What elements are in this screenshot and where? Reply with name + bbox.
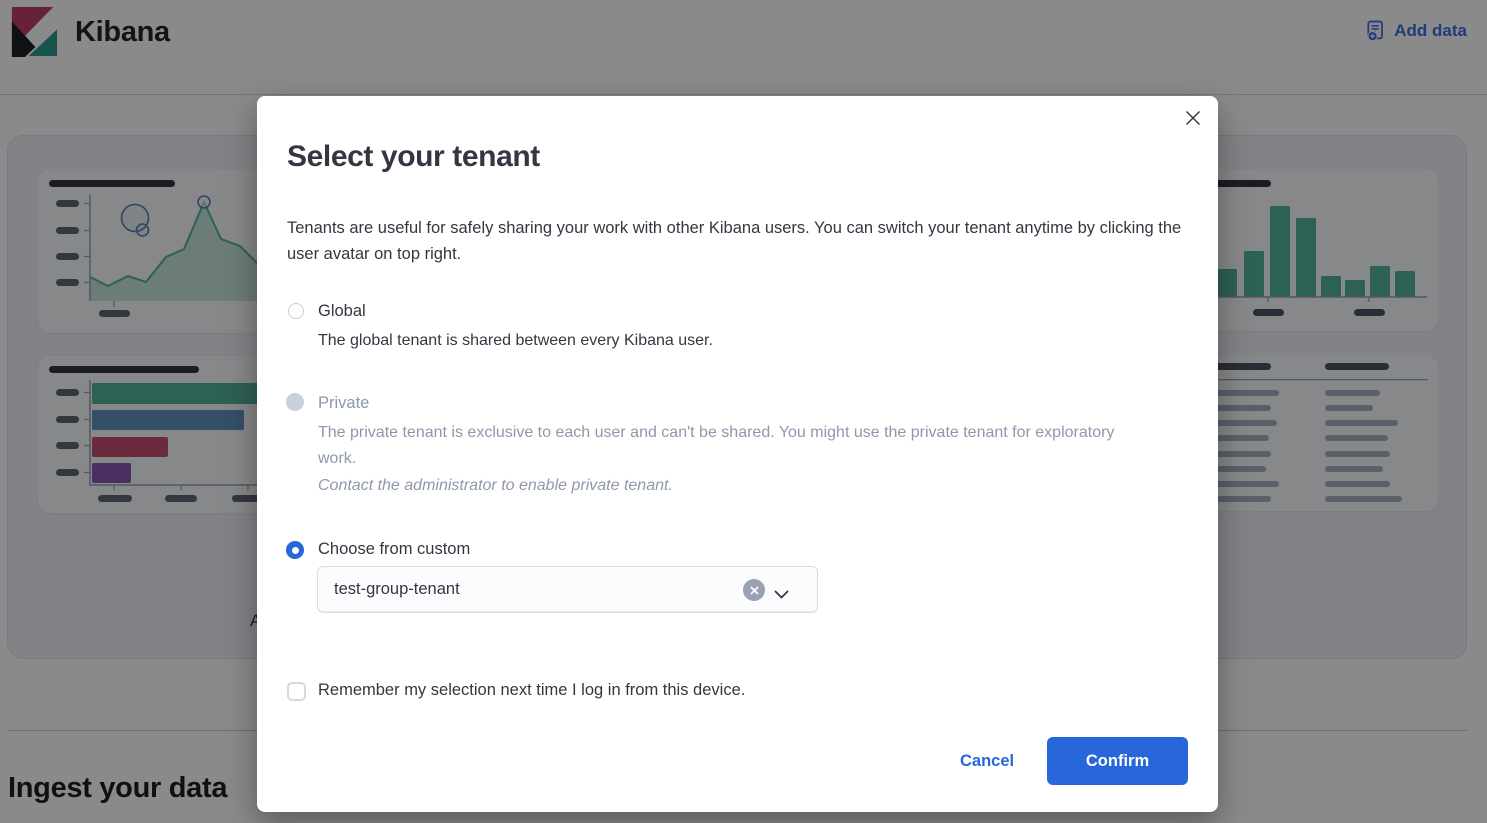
combobox-caret-button[interactable] <box>774 586 789 604</box>
remember-checkbox[interactable] <box>287 682 306 701</box>
radio-global[interactable] <box>288 303 304 319</box>
chevron-down-icon <box>774 590 789 599</box>
select-tenant-modal: Select your tenant Tenants are useful fo… <box>257 96 1218 812</box>
modal-description: Tenants are useful for safely sharing yo… <box>287 215 1182 267</box>
clear-icon <box>750 586 759 595</box>
confirm-button[interactable]: Confirm <box>1047 737 1188 785</box>
private-description: The private tenant is exclusive to each … <box>318 420 1130 472</box>
private-admin-note: Contact the administrator to enable priv… <box>318 473 1130 499</box>
radio-custom-label[interactable]: Choose from custom <box>318 540 470 559</box>
radio-private-label: Private <box>318 394 369 413</box>
modal-close-button[interactable] <box>1181 106 1205 130</box>
radio-custom[interactable] <box>286 541 304 559</box>
global-description: The global tenant is shared between ever… <box>318 328 1018 354</box>
radio-global-label[interactable]: Global <box>318 302 366 321</box>
remember-checkbox-label[interactable]: Remember my selection next time I log in… <box>318 681 745 700</box>
modal-title: Select your tenant <box>287 140 540 174</box>
cancel-button[interactable]: Cancel <box>952 750 1022 773</box>
close-icon <box>1185 110 1201 126</box>
radio-private <box>286 393 304 411</box>
tenant-combobox-value: test-group-tenant <box>334 580 460 599</box>
combobox-clear-button[interactable] <box>743 579 765 601</box>
tenant-combobox[interactable]: test-group-tenant <box>317 566 818 613</box>
